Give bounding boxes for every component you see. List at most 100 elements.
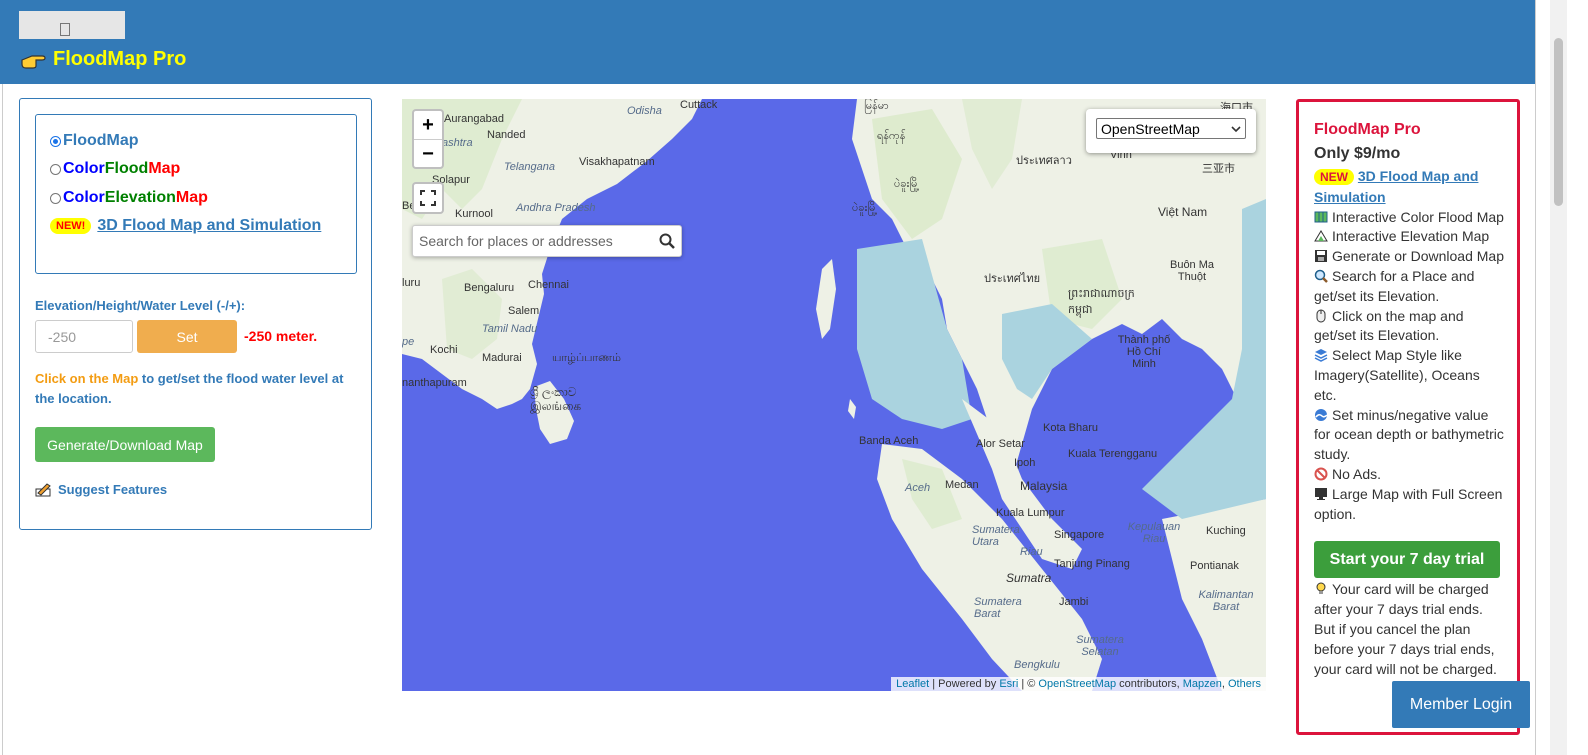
member-login-button[interactable]: Member Login (1392, 681, 1530, 728)
map-label-tanjung-pinang: Tanjung Pinang (1054, 558, 1130, 570)
link-3d-flood-map[interactable]: 3D Flood Map and Simulation (97, 217, 321, 235)
map-label-riau: Riau (1020, 546, 1043, 558)
map-label-pe: pe (402, 336, 415, 348)
map-search-input[interactable]: Search for places or addresses (419, 233, 613, 249)
feature-text: Generate or Download Map (1332, 248, 1504, 265)
leaflet-link[interactable]: Leaflet (896, 678, 929, 690)
map-label-banda-aceh: Banda Aceh (859, 435, 919, 447)
suggest-features-label: Suggest Features (58, 482, 168, 497)
pro-title: FloodMap Pro (1314, 121, 1421, 138)
feature-item: Search for a Place and get/set its Eleva… (1314, 267, 1506, 307)
fullscreen-button[interactable] (412, 182, 444, 214)
layer-selector: OpenStreetMap (1086, 109, 1256, 153)
feature-text: Set minus/negative value for ocean depth… (1314, 406, 1504, 463)
map-label-buon-ma-thuot: Buôn Ma Thuột (1169, 259, 1215, 283)
zoom-control: + − (412, 109, 444, 169)
basemap-select[interactable]: OpenStreetMap (1096, 118, 1246, 139)
map-label-madurai: Madurai (482, 352, 522, 364)
pro-new-badge: NEW (1314, 169, 1354, 185)
map-label-telangana: Telangana (504, 161, 555, 173)
feature-item: Generate or Download Map (1314, 247, 1506, 267)
chevron-down-icon (1231, 125, 1241, 132)
set-button[interactable]: Set (137, 320, 237, 353)
map-attribution: Leaflet | Powered by Esri | © OpenStreet… (891, 677, 1266, 691)
radio-floodmap[interactable] (50, 135, 61, 147)
zoom-out-button[interactable]: − (414, 140, 442, 168)
click-info: Click on the Map to get/set the flood wa… (35, 369, 355, 409)
map-label-laos: ประเทศลาว (1016, 155, 1072, 167)
feature-item: Interactive Color Flood Map (1314, 208, 1506, 228)
attribution-powered: | Powered by (929, 678, 1000, 690)
feature-text: Select Map Style like Imagery(Satellite)… (1314, 347, 1480, 403)
map-label-bago: ပဲခူးမြို့ (852, 202, 878, 214)
scrollbar-thumb[interactable] (1554, 38, 1563, 206)
map-label-thailand: ประเทศไทย (984, 273, 1041, 285)
map-label-kochi: Kochi (430, 344, 458, 356)
option-color-elevationmap[interactable]: Color Elevation Map (50, 189, 208, 207)
trial-note: Your card will be charged after your 7 d… (1314, 580, 1506, 679)
floppy-disk-icon (1315, 250, 1327, 263)
wave-icon (1315, 408, 1328, 421)
attribution-contributors: contributors, (1116, 678, 1183, 690)
click-info-highlight: Click on the Map (35, 371, 139, 386)
option-color-floodmap[interactable]: Color Flood Map (50, 160, 180, 178)
map-label-sanya: 三亚市 (1202, 163, 1235, 175)
map-label-myanmar-2: ရန်ကုန် (877, 130, 906, 142)
map-label-kuala-lumpur: Kuala Lumpur (996, 507, 1065, 519)
radio-color-elevationmap[interactable] (50, 192, 61, 204)
map-label-visakhapatnam: Visakhapatnam (579, 156, 655, 168)
elevation-input[interactable]: -250 (35, 320, 133, 353)
header-bar: FloodMap Pro (0, 0, 1536, 84)
feature-text: Interactive Color Flood Map (1332, 208, 1504, 225)
map-label-bengaluru: Bengaluru (464, 282, 515, 294)
pro-promo-panel: FloodMap Pro Only $9/mo NEW 3D Flood Map… (1296, 99, 1520, 735)
mapzen-link[interactable]: Mapzen (1183, 678, 1222, 690)
map-label-sumatera-barat: Sumatera Barat (974, 596, 1022, 620)
basemap-select-value: OpenStreetMap (1101, 120, 1200, 137)
new-badge: NEW! (50, 218, 92, 234)
attribution-copyright: | © (1018, 678, 1039, 690)
map-label-kalimantan-barat: Kalimantan Barat (1198, 589, 1254, 613)
map-label-malaysia: Malaysia (1020, 479, 1068, 493)
map-label-ipoh: Ipoh (1014, 457, 1036, 469)
radio-color-floodmap[interactable] (50, 163, 61, 175)
suggest-features-link[interactable]: Suggest Features (35, 482, 167, 497)
map-label-aurangabad: Aurangabad (444, 113, 504, 125)
map-label-kota-bharu: Kota Bharu (1043, 422, 1099, 434)
map-label-sri-lanka: ශ්‍රී ලංකාව இலங்கை (530, 385, 582, 413)
meter-readout: -250 meter. (244, 328, 318, 344)
osm-link[interactable]: OpenStreetMap (1038, 678, 1116, 690)
map-label-ho-chi-minh: Thành phố Hồ Chí Minh (1117, 334, 1171, 370)
map-label-myanmar: မြန်မာ (864, 100, 889, 112)
zoom-in-button[interactable]: + (414, 111, 442, 140)
page-scrollbar[interactable] (1550, 0, 1567, 755)
magnifier-icon (1314, 269, 1328, 283)
option-floodmap[interactable]: FloodMap (50, 132, 139, 150)
pro-price: Only $9/mo (1314, 145, 1401, 162)
brand-title[interactable]: FloodMap Pro (53, 48, 186, 71)
mountain-icon (1314, 230, 1328, 242)
option-color-elevationmap-label-2: Elevation (104, 189, 176, 206)
others-link[interactable]: Others (1228, 678, 1261, 690)
map-label-nanthapuram: nanthapuram (402, 377, 467, 389)
feature-item: Set minus/negative value for ocean depth… (1314, 406, 1506, 465)
map-label-kuching: Kuching (1206, 525, 1246, 537)
map-label-yangon: ပဲခူးမြို့ (894, 178, 920, 190)
pencil-paper-icon (35, 483, 51, 497)
fullscreen-icon (420, 190, 436, 206)
map-label-sumatera-selatan: Sumatera Selatan (1076, 634, 1124, 658)
search-icon[interactable] (659, 233, 675, 249)
map-label-bengkulu: Bengkulu (1014, 659, 1060, 671)
brand[interactable]: FloodMap Pro (20, 46, 186, 72)
map-search-box[interactable]: Search for places or addresses (412, 225, 682, 257)
start-trial-button[interactable]: Start your 7 day trial (1314, 541, 1500, 579)
map-label-odisha: Odisha (627, 105, 662, 117)
pro-promo-content: FloodMap Pro Only $9/mo NEW 3D Flood Map… (1314, 119, 1506, 679)
pointing-hand-icon (21, 55, 46, 69)
map-canvas[interactable]: Cuttack Odisha Aurangabad Nanded ashtra … (402, 99, 1266, 691)
esri-link[interactable]: Esri (999, 678, 1018, 690)
map-label-jambi: Jambi (1059, 596, 1089, 608)
feature-text: Large Map with Full Screen option. (1314, 485, 1503, 522)
left-border (2, 84, 3, 755)
generate-download-button[interactable]: Generate/Download Map (35, 427, 215, 462)
